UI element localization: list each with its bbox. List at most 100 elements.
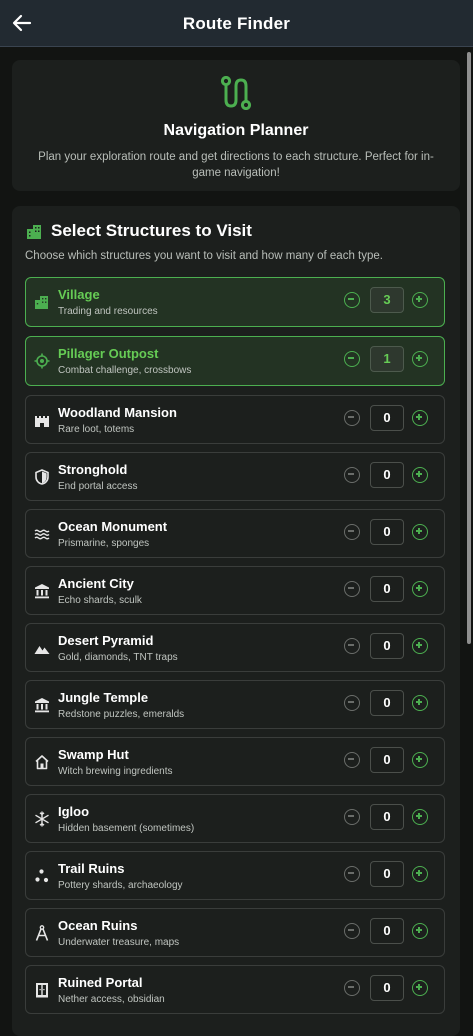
increase-woodland-mansion-button[interactable] (412, 410, 428, 426)
structure-name: Pillager Outpost (58, 346, 159, 361)
increase-desert-pyramid-button[interactable] (412, 638, 428, 654)
structure-row-stronghold[interactable]: Stronghold End portal access 0 (25, 452, 445, 501)
structure-name: Jungle Temple (58, 690, 149, 705)
structure-name: Stronghold (58, 462, 128, 477)
structure-description: Trading and resources (58, 306, 158, 317)
decrease-ocean-monument-button[interactable] (344, 524, 360, 540)
structure-name: Trail Ruins (58, 861, 125, 876)
ruined-portal-quantity-field[interactable]: 0 (370, 975, 404, 1001)
structure-description: Witch brewing ingredients (58, 766, 173, 777)
increase-ruined-portal-button[interactable] (412, 980, 428, 996)
structure-row-pillager-outpost[interactable]: Pillager Outpost Combat challenge, crossb… (25, 336, 445, 386)
decrease-ocean-ruins-button[interactable] (344, 923, 360, 939)
village-icon (35, 296, 48, 309)
pillager-outpost-quantity-field[interactable]: 1 (370, 346, 404, 372)
structure-name: Ruined Portal (58, 975, 143, 990)
structure-row-igloo[interactable]: Igloo Hidden basement (sometimes) 0 (25, 794, 445, 843)
increase-village-button[interactable] (412, 292, 428, 308)
compass-icon (35, 925, 49, 941)
decrease-village-button[interactable] (344, 292, 360, 308)
decrease-igloo-button[interactable] (344, 809, 360, 825)
structure-description: Gold, diamonds, TNT traps (58, 652, 178, 663)
structure-row-jungle-temple[interactable]: Jungle Temple Redstone puzzles, emeralds 0 (25, 680, 445, 729)
structure-row-trail-ruins[interactable]: Trail Ruins Pottery shards, archaeology 0 (25, 851, 445, 900)
structure-row-village[interactable]: Village Trading and resources 3 (25, 277, 445, 327)
ocean-ruins-quantity-field[interactable]: 0 (370, 918, 404, 944)
structure-description: Pottery shards, archaeology (58, 880, 183, 891)
waves-icon (34, 529, 50, 540)
decrease-pillager-outpost-button[interactable] (344, 351, 360, 367)
structure-name: Woodland Mansion (58, 405, 177, 420)
structure-description: Nether access, obsidian (58, 994, 165, 1005)
igloo-quantity-field[interactable]: 0 (370, 804, 404, 830)
structure-name: Ocean Ruins (58, 918, 138, 933)
decrease-jungle-temple-button[interactable] (344, 695, 360, 711)
crosshair-icon (34, 353, 50, 369)
snowflake-icon (35, 811, 49, 827)
stronghold-quantity-field[interactable]: 0 (370, 462, 404, 488)
jungle-temple-quantity-field[interactable]: 0 (370, 690, 404, 716)
swamp-hut-quantity-field[interactable]: 0 (370, 747, 404, 773)
structure-name: Swamp Hut (58, 747, 129, 762)
decrease-trail-ruins-button[interactable] (344, 866, 360, 882)
structure-description: Hidden basement (sometimes) (58, 823, 195, 834)
structures-card: Select Structures to Visit Choose which … (12, 206, 460, 1036)
village-quantity-field[interactable]: 3 (370, 287, 404, 313)
castle-icon (35, 416, 49, 427)
increase-stronghold-button[interactable] (412, 467, 428, 483)
increase-trail-ruins-button[interactable] (412, 866, 428, 882)
increase-jungle-temple-button[interactable] (412, 695, 428, 711)
structure-name: Village (58, 287, 100, 302)
navigation-planner-card: Navigation Planner Plan your exploration… (12, 60, 460, 191)
ocean-monument-quantity-field[interactable]: 0 (370, 519, 404, 545)
shield-icon (35, 469, 49, 485)
decrease-ruined-portal-button[interactable] (344, 980, 360, 996)
structure-description: Underwater treasure, maps (58, 937, 180, 948)
structure-description: Prismarine, sponges (58, 538, 150, 549)
decrease-ancient-city-button[interactable] (344, 581, 360, 597)
decrease-woodland-mansion-button[interactable] (344, 410, 360, 426)
structure-row-ocean-monument[interactable]: Ocean Monument Prismarine, sponges 0 (25, 509, 445, 558)
decrease-desert-pyramid-button[interactable] (344, 638, 360, 654)
increase-ocean-ruins-button[interactable] (412, 923, 428, 939)
structure-row-ruined-portal[interactable]: Ruined Portal Nether access, obsidian 0 (25, 965, 445, 1014)
increase-pillager-outpost-button[interactable] (412, 351, 428, 367)
structure-row-ocean-ruins[interactable]: Ocean Ruins Underwater treasure, maps 0 (25, 908, 445, 957)
structure-row-desert-pyramid[interactable]: Desert Pyramid Gold, diamonds, TNT traps 0 (25, 623, 445, 672)
structure-name: Igloo (58, 804, 90, 819)
buildings-icon (27, 225, 41, 239)
increase-ocean-monument-button[interactable] (412, 524, 428, 540)
structure-description: Rare loot, totems (58, 424, 135, 435)
desert-pyramid-quantity-field[interactable]: 0 (370, 633, 404, 659)
scrollbar-thumb[interactable] (467, 52, 471, 644)
structure-name: Ancient City (58, 576, 134, 591)
ancient-city-quantity-field[interactable]: 0 (370, 576, 404, 602)
structure-description: Combat challenge, crossbows (58, 365, 192, 376)
structure-name: Ocean Monument (58, 519, 168, 534)
structure-name: Desert Pyramid (58, 633, 154, 648)
increase-ancient-city-button[interactable] (412, 581, 428, 597)
house-icon (35, 755, 49, 770)
structures-description: Choose which structures you want to visi… (25, 250, 383, 262)
mountain-icon (34, 646, 50, 654)
structure-row-swamp-hut[interactable]: Swamp Hut Witch brewing ingredients 0 (25, 737, 445, 786)
temple-icon (35, 698, 49, 713)
planner-description: Plan your exploration route and get dire… (38, 151, 434, 179)
structure-description: Echo shards, sculk (58, 595, 142, 606)
increase-swamp-hut-button[interactable] (412, 752, 428, 768)
increase-igloo-button[interactable] (412, 809, 428, 825)
route-icon (220, 76, 252, 110)
portal-door-icon (36, 983, 48, 998)
page-title: Route Finder (182, 14, 291, 33)
decrease-stronghold-button[interactable] (344, 467, 360, 483)
decrease-swamp-hut-button[interactable] (344, 752, 360, 768)
woodland-mansion-quantity-field[interactable]: 0 (370, 405, 404, 431)
scatter-dots-icon (35, 869, 49, 883)
structure-row-ancient-city[interactable]: Ancient City Echo shards, sculk 0 (25, 566, 445, 615)
structure-description: Redstone puzzles, emeralds (58, 709, 185, 720)
app-bar: Route Finder (0, 0, 473, 47)
planner-title: Navigation Planner (163, 122, 309, 139)
trail-ruins-quantity-field[interactable]: 0 (370, 861, 404, 887)
structure-row-woodland-mansion[interactable]: Woodland Mansion Rare loot, totems 0 (25, 395, 445, 444)
museum-icon (35, 584, 49, 599)
